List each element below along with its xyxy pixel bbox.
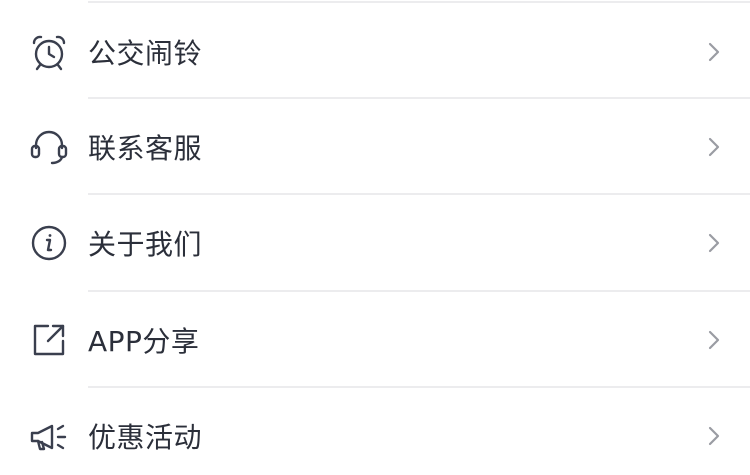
- settings-menu: 公交闹铃 联系客服 关于我们 APP分享 优惠活动: [0, 0, 750, 475]
- menu-item-promotions[interactable]: 优惠活动: [0, 388, 750, 475]
- chevron-right-icon: [706, 328, 722, 352]
- divider: [88, 1, 750, 3]
- menu-item-bus-alarm[interactable]: 公交闹铃: [0, 4, 750, 100]
- share-icon: [28, 319, 70, 361]
- menu-item-label: 公交闹铃: [88, 37, 203, 70]
- headset-icon: [28, 126, 70, 168]
- alarm-clock-icon: [28, 31, 70, 73]
- chevron-right-icon: [706, 40, 722, 64]
- menu-item-label: APP分享: [88, 325, 200, 358]
- chevron-right-icon: [706, 231, 722, 255]
- menu-item-app-share[interactable]: APP分享: [0, 292, 750, 388]
- menu-item-label: 关于我们: [88, 228, 203, 261]
- menu-item-label: 优惠活动: [88, 421, 203, 454]
- menu-item-about-us[interactable]: 关于我们: [0, 195, 750, 291]
- info-icon: [28, 222, 70, 264]
- menu-item-customer-service[interactable]: 联系客服: [0, 99, 750, 195]
- megaphone-icon: [28, 415, 70, 457]
- menu-item-label: 联系客服: [88, 132, 203, 165]
- chevron-right-icon: [706, 424, 722, 448]
- chevron-right-icon: [706, 135, 722, 159]
